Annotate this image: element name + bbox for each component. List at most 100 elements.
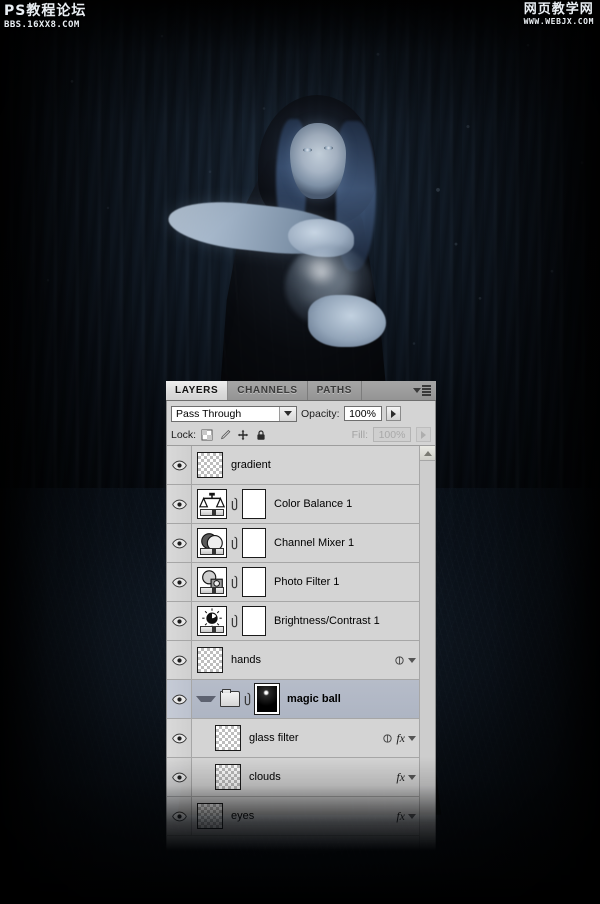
layer-thumbnail[interactable]: [197, 647, 223, 673]
link-mask-icon[interactable]: [230, 614, 239, 628]
layer-visibility-toggle[interactable]: [167, 680, 192, 718]
layer-row-glass-filter[interactable]: glass filter fx: [167, 719, 419, 758]
link-mask-icon[interactable]: [229, 575, 240, 589]
layer-list-area: gradient Color Balance 1 Channel Mixer 1 Ph…: [167, 446, 435, 851]
layer-style-indicator-icon[interactable]: [394, 655, 405, 666]
layer-badges: fx: [382, 719, 419, 757]
blend-mode-select[interactable]: Pass Through: [171, 405, 297, 422]
layer-thumbnail-adj-channel-mixer[interactable]: [197, 528, 227, 558]
eye-icon[interactable]: [171, 577, 187, 588]
layer-name: hands: [231, 654, 261, 666]
layer-badges: [416, 485, 419, 523]
fill-stepper-button[interactable]: [416, 427, 431, 442]
effects-expand-triangle-icon[interactable]: [408, 774, 416, 780]
fill-input[interactable]: 100%: [373, 427, 411, 442]
tab-layers[interactable]: LAYERS: [166, 381, 229, 400]
layer-content: hands: [192, 641, 419, 679]
opacity-input[interactable]: 100%: [343, 406, 382, 421]
layer-visibility-toggle[interactable]: [167, 563, 192, 601]
panel-tab-strip: LAYERS CHANNELS PATHS: [166, 381, 436, 401]
link-mask-icon[interactable]: [243, 692, 252, 706]
layer-badges: [394, 641, 419, 679]
effects-expand-triangle-icon[interactable]: [408, 813, 416, 819]
layer-visibility-toggle[interactable]: [167, 641, 192, 679]
layer-row-channel-mixer-1[interactable]: Channel Mixer 1: [167, 524, 419, 563]
layer-list[interactable]: gradient Color Balance 1 Channel Mixer 1 Ph…: [167, 446, 419, 851]
layer-row-photo-filter-1[interactable]: Photo Filter 1: [167, 563, 419, 602]
layers-panel[interactable]: LAYERS CHANNELS PATHS Pass Through Opaci…: [166, 381, 436, 851]
layer-visibility-toggle[interactable]: [167, 758, 192, 796]
eye-icon[interactable]: [171, 655, 187, 666]
layer-row-magic-ball[interactable]: magic ball: [167, 680, 419, 719]
blend-opacity-row: Pass Through Opacity: 100%: [167, 401, 435, 424]
layer-thumbnail-adj-photo-filter[interactable]: [197, 567, 227, 597]
layer-style-indicator-icon[interactable]: [382, 733, 393, 744]
layer-effects-fx-icon[interactable]: fx: [396, 770, 405, 785]
layer-mask-thumbnail[interactable]: [242, 606, 266, 636]
layer-list-scrollbar[interactable]: [419, 446, 435, 851]
effects-expand-triangle-icon[interactable]: [408, 657, 416, 663]
eye-icon[interactable]: [171, 616, 187, 627]
layer-thumbnail[interactable]: [215, 725, 241, 751]
layer-row-color-balance-1[interactable]: Color Balance 1: [167, 485, 419, 524]
layer-name: Photo Filter 1: [274, 576, 340, 588]
eye-icon[interactable]: [171, 733, 187, 744]
layer-row-eyes[interactable]: eyes fx: [167, 797, 419, 836]
panel-menu-icon[interactable]: [413, 385, 431, 396]
group-expand-triangle-icon[interactable]: [196, 696, 216, 702]
watermark-top-right: 网页教学网 WWW.WEBJX.COM: [524, 3, 594, 26]
layer-visibility-toggle[interactable]: [167, 446, 192, 484]
layer-name: magic ball: [287, 693, 341, 705]
layer-visibility-toggle[interactable]: [167, 797, 192, 835]
eye-icon[interactable]: [171, 538, 187, 549]
layer-visibility-toggle[interactable]: [167, 524, 192, 562]
eye-icon[interactable]: [171, 811, 187, 822]
layer-row-gradient[interactable]: gradient: [167, 446, 419, 485]
eye-icon[interactable]: [171, 772, 187, 783]
layer-mask-thumbnail[interactable]: [254, 683, 280, 715]
layer-mask-thumbnail[interactable]: [242, 489, 266, 519]
layer-effects-fx-icon[interactable]: fx: [396, 731, 405, 746]
link-mask-icon[interactable]: [230, 497, 239, 511]
layer-mask-thumbnail[interactable]: [242, 567, 266, 597]
lock-all-icon[interactable]: [255, 429, 267, 441]
layer-thumbnail-adj-color-balance[interactable]: [197, 489, 227, 519]
eye-icon[interactable]: [171, 694, 187, 705]
scroll-up-icon[interactable]: [420, 446, 435, 461]
layer-thumbnail[interactable]: [197, 452, 223, 478]
layer-mask-thumbnail[interactable]: [242, 528, 266, 558]
watermark-top-left: PS教程论坛 BBS.16XX8.COM: [4, 4, 86, 30]
link-mask-icon[interactable]: [230, 575, 239, 589]
lock-transparent-pixels-icon[interactable]: [201, 429, 213, 441]
layer-row-brightness-contrast-1[interactable]: Brightness/Contrast 1: [167, 602, 419, 641]
tab-channels[interactable]: CHANNELS: [228, 381, 308, 400]
lock-position-icon[interactable]: [237, 429, 249, 441]
lock-image-pixels-icon[interactable]: [219, 429, 231, 441]
layer-thumbnail-adj-brightness[interactable]: [197, 606, 227, 636]
group-folder-icon: [220, 689, 240, 707]
link-mask-icon[interactable]: [229, 497, 240, 511]
link-mask-icon[interactable]: [230, 536, 239, 550]
layer-row-hands[interactable]: hands: [167, 641, 419, 680]
layer-thumbnail[interactable]: [197, 803, 223, 829]
tab-strip-filler: [362, 381, 436, 400]
eye-icon[interactable]: [171, 460, 187, 471]
layer-badges: fx: [396, 758, 419, 796]
layer-content: Photo Filter 1: [192, 563, 419, 601]
effects-expand-triangle-icon[interactable]: [408, 735, 416, 741]
layer-thumbnail[interactable]: [215, 764, 241, 790]
layer-badges: [416, 602, 419, 640]
layer-row-clouds[interactable]: clouds fx: [167, 758, 419, 797]
chevron-down-icon[interactable]: [279, 406, 296, 421]
eye-icon[interactable]: [171, 499, 187, 510]
opacity-stepper-button[interactable]: [385, 406, 401, 421]
link-mask-icon[interactable]: [242, 692, 253, 706]
layer-visibility-toggle[interactable]: [167, 602, 192, 640]
tab-paths[interactable]: PATHS: [307, 381, 363, 400]
link-mask-icon[interactable]: [229, 536, 240, 550]
scrollbar-track[interactable]: [420, 461, 435, 851]
layer-visibility-toggle[interactable]: [167, 719, 192, 757]
layer-visibility-toggle[interactable]: [167, 485, 192, 523]
link-mask-icon[interactable]: [229, 614, 240, 628]
layer-effects-fx-icon[interactable]: fx: [396, 809, 405, 824]
